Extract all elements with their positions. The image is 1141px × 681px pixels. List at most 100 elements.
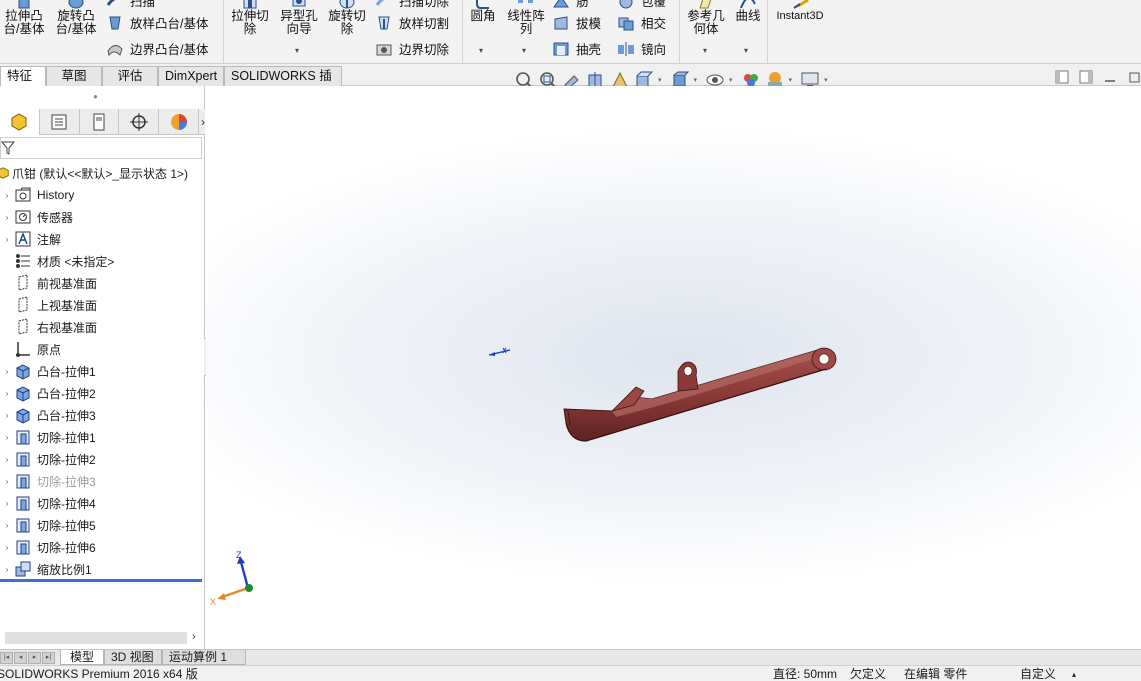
extrude-boss-button[interactable]: 拉伸凸 台/基体 [2, 0, 46, 36]
plane-icon [18, 318, 28, 335]
tab-3d-views[interactable]: 3D 视图 [104, 650, 162, 665]
rib-button[interactable]: 筋 [552, 0, 589, 10]
tree-item[interactable]: › 切除-拉伸6 [0, 536, 205, 558]
tree-item[interactable]: › 切除-拉伸1 [0, 426, 205, 448]
revolve-cut-button[interactable]: 旋转切 除 [325, 0, 369, 36]
tree-expand-arrow[interactable]: › [0, 235, 14, 244]
hide-show-caret[interactable]: ▾ [729, 76, 733, 84]
dimxpert-manager-tab[interactable] [119, 109, 160, 135]
graphics-area[interactable]: Z X [206, 86, 1141, 649]
restore-icon[interactable] [1127, 70, 1141, 84]
tab-dimxpert[interactable]: DimXpert [158, 66, 224, 86]
scroll-right-arrow[interactable]: › [192, 631, 196, 643]
configuration-manager-tab[interactable] [80, 109, 120, 135]
tree-item[interactable]: › 切除-拉伸3 [0, 470, 205, 492]
reference-geometry-button[interactable]: 参考几 何体 [683, 0, 729, 36]
tab-evaluate[interactable]: 评估 [102, 66, 158, 86]
linear-pattern-caret[interactable]: ▾ [522, 46, 526, 55]
reference-geometry-caret[interactable]: ▾ [703, 46, 707, 55]
sweep-boss-button[interactable]: 扫描 [106, 0, 155, 10]
view-orientation-caret[interactable]: ▾ [658, 76, 662, 84]
hole-wizard-caret[interactable]: ▾ [295, 46, 299, 55]
tree-item[interactable]: › 注解 [0, 228, 205, 250]
mirror-button[interactable]: 镜向 [617, 39, 666, 58]
boundary-boss-button[interactable]: 边界凸台/基体 [106, 39, 208, 58]
first-tab-arrow[interactable]: |◂ [0, 652, 13, 664]
view-settings-caret[interactable]: ▾ [824, 76, 828, 84]
tab-solidworks-addins[interactable]: SOLIDWORKS 插件 [224, 66, 342, 101]
fillet-button[interactable]: 圆角 [466, 0, 500, 23]
shell-button[interactable]: 抽壳 [552, 39, 601, 58]
curves-button[interactable]: 曲线 [733, 0, 763, 23]
tree-expand-arrow[interactable]: › [0, 521, 14, 530]
draft-button[interactable]: 拔模 [552, 13, 601, 32]
apply-scene-caret[interactable]: ▾ [789, 76, 793, 84]
minimize-icon[interactable] [1103, 70, 1117, 84]
tab-motion-study[interactable]: 运动算例 1 [162, 650, 246, 665]
tree-item-label: 切除-拉伸3 [37, 474, 96, 489]
tile-left-icon[interactable] [1055, 70, 1069, 84]
feature-tree-filter[interactable] [0, 137, 202, 159]
last-tab-arrow[interactable]: ▸| [42, 652, 55, 664]
tree-item[interactable]: › 切除-拉伸4 [0, 492, 205, 514]
tree-expand-arrow[interactable]: › [0, 477, 14, 486]
hole-wizard-button[interactable]: 异型孔 向导 [276, 0, 322, 36]
cut-extrude-icon [16, 518, 30, 533]
tree-item[interactable]: 上视基准面 [0, 294, 205, 316]
tree-item[interactable]: › 切除-拉伸5 [0, 514, 205, 536]
tree-root-part[interactable]: 爪钳 (默认<<默认>_显示状态 1>) [0, 163, 205, 183]
wrap-button[interactable]: 包覆 [617, 0, 666, 10]
display-style-caret[interactable]: ▾ [694, 76, 698, 84]
tree-item[interactable]: › 缩放比例1 [0, 558, 205, 580]
fillet-caret[interactable]: ▾ [479, 46, 483, 55]
tab-features[interactable]: 特征 [0, 66, 46, 87]
tab-sketch[interactable]: 草图 [46, 66, 102, 86]
panel-horizontal-scrollbar[interactable] [5, 632, 187, 644]
linear-pattern-button[interactable]: 线性阵 列 [503, 0, 549, 36]
feature-manager-tab[interactable] [0, 109, 40, 135]
rollback-bar[interactable] [0, 579, 202, 582]
units-caret-up[interactable]: ▴ [1072, 667, 1076, 681]
tree-item[interactable]: 右视基准面 [0, 316, 205, 338]
revolve-boss-button[interactable]: 旋转凸 台/基体 [52, 0, 100, 36]
tree-expand-arrow[interactable]: › [0, 411, 14, 420]
tree-root-label: 爪钳 (默认<<默认>_显示状态 1>) [12, 166, 189, 181]
tree-expand-arrow[interactable]: › [0, 389, 14, 398]
tree-item[interactable]: 前视基准面 [0, 272, 205, 294]
extrude-cut-button[interactable]: 拉伸切 除 [228, 0, 272, 36]
tree-item[interactable]: › 切除-拉伸2 [0, 448, 205, 470]
tree-expand-arrow[interactable]: › [0, 499, 14, 508]
tree-item[interactable]: 材质 <未指定> [0, 250, 205, 272]
tree-item[interactable]: › 传感器 [0, 206, 205, 228]
display-manager-tab[interactable] [159, 109, 199, 135]
tab-model[interactable]: 模型 [60, 650, 104, 665]
tree-item[interactable]: › History [0, 184, 205, 206]
tree-item[interactable]: 原点 [0, 338, 205, 360]
revolve-cut-label: 旋转切 除 [328, 9, 366, 36]
more-tabs-chevron[interactable]: › [199, 109, 205, 134]
tree-item[interactable]: › 凸台-拉伸1 [0, 360, 205, 382]
tree-item[interactable]: › 凸台-拉伸3 [0, 404, 205, 426]
tile-right-icon[interactable] [1079, 70, 1093, 84]
tree-expand-arrow[interactable]: › [0, 367, 14, 376]
boundary-boss-icon [107, 44, 123, 56]
tree-expand-arrow[interactable]: › [0, 543, 14, 552]
tree-expand-arrow[interactable]: › [0, 191, 14, 200]
boundary-cut-button[interactable]: 边界切除 [375, 39, 449, 58]
instant3d-button[interactable]: Instant3D [772, 0, 828, 23]
curves-caret[interactable]: ▾ [744, 46, 748, 55]
tree-expand-arrow[interactable]: › [0, 213, 14, 222]
property-manager-tab[interactable] [40, 109, 80, 135]
panel-resize-grip[interactable]: ● [93, 92, 98, 101]
status-custom-units[interactable]: 自定义 [1020, 667, 1056, 681]
tree-expand-arrow[interactable]: › [0, 433, 14, 442]
tree-item[interactable]: › 凸台-拉伸2 [0, 382, 205, 404]
prev-tab-arrow[interactable]: ◂ [14, 652, 27, 664]
tree-expand-arrow[interactable]: › [0, 565, 14, 574]
loft-cut-button[interactable]: 放样切割 [375, 13, 449, 32]
intersect-button[interactable]: 相交 [617, 13, 666, 32]
next-tab-arrow[interactable]: ▸ [28, 652, 41, 664]
sweep-cut-button[interactable]: 扫描切除 [375, 0, 449, 10]
tree-expand-arrow[interactable]: › [0, 455, 14, 464]
loft-boss-button[interactable]: 放样凸台/基体 [106, 13, 208, 32]
